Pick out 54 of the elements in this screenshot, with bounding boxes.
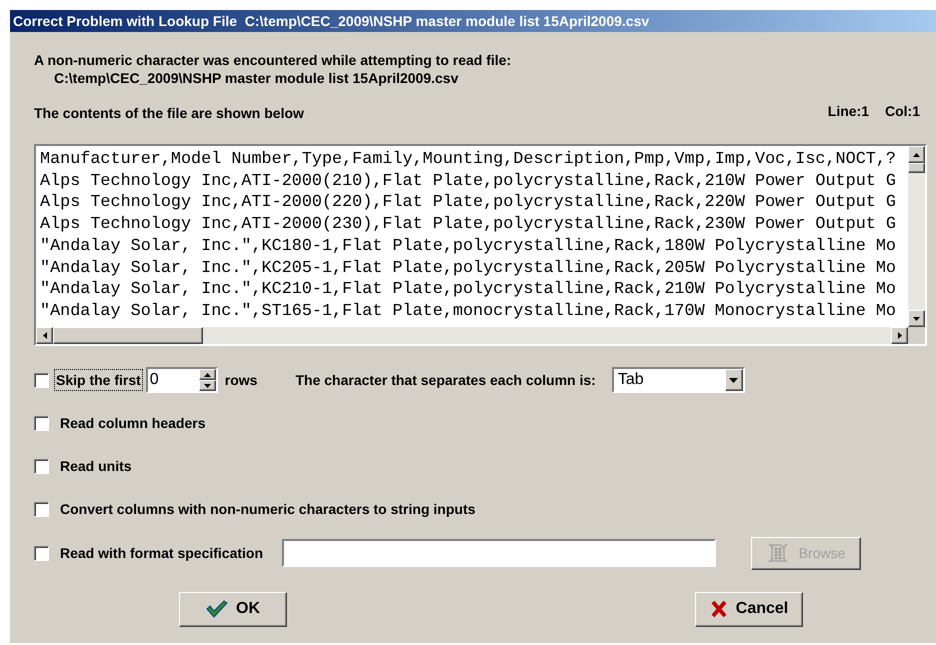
file-line: "Andalay Solar, Inc.",ST165-1,Flat Plate,monocrystalline,Rack,170W Monocrystalline Mo <box>40 300 897 323</box>
checkbox[interactable] <box>34 502 49 516</box>
rows-label: rows <box>224 370 258 390</box>
format-label[interactable]: Read with format specification <box>60 542 264 564</box>
right-arrow-icon <box>898 332 902 339</box>
cancel-button[interactable]: Cancel <box>695 592 803 626</box>
down-arrow-icon <box>913 316 920 320</box>
file-line: "Andalay Solar, Inc.",KC210-1,Flat Plate,polycrystalline,Rack,210W Polycrystalline Mo <box>40 279 897 301</box>
separator-label: The character that separates each column is: <box>295 370 596 390</box>
checkmark-icon <box>206 600 228 618</box>
scroll-up-button[interactable] <box>908 146 925 163</box>
down-arrow-icon <box>204 384 211 388</box>
scroll-thumb[interactable] <box>53 327 203 344</box>
caret-icon <box>729 378 738 382</box>
grid-icon <box>766 542 789 564</box>
up-arrow-icon <box>204 372 211 376</box>
file-line: "Andalay Solar, Inc.",KC205-1,Flat Plate,polycrystalline,Rack,205W Polycrystalline Mo <box>40 258 897 280</box>
scroll-right-button[interactable] <box>891 327 908 344</box>
checkbox[interactable] <box>34 458 49 474</box>
checkbox[interactable] <box>34 546 49 560</box>
file-contents-box[interactable] <box>34 144 927 346</box>
spin-down-button[interactable] <box>198 380 216 391</box>
file-line: "Andalay Solar, Inc.",KC180-1,Flat Plate,polycrystalline,Rack,180W Polycrystalline Mo <box>40 236 897 258</box>
row-count-spinner[interactable]: 0 <box>146 367 218 393</box>
ok-button[interactable]: OK <box>179 592 287 626</box>
checkbox[interactable] <box>34 372 49 388</box>
separator-dropdown[interactable]: Tab <box>612 367 745 393</box>
window-title: Correct Problem with Lookup File C:\temp\CEC_2009\NSHP master module list 15April2009.csv <box>10 10 936 32</box>
scrollbar-corner <box>908 327 925 344</box>
file-line: Alps Technology Inc,ATI-2000(230),Flat Plate,polycrystalline,Rack,230W Power Output G <box>40 214 897 236</box>
option-label[interactable]: Read units <box>60 456 132 476</box>
file-line: Alps Technology Inc,ATI-2000(220),Flat Plate,polycrystalline,Rack,220W Power Output G <box>40 192 897 214</box>
up-arrow-icon <box>913 152 920 156</box>
scroll-left-button[interactable] <box>36 327 53 344</box>
vertical-scrollbar[interactable] <box>908 146 925 327</box>
scroll-thumb[interactable] <box>908 163 925 173</box>
close-icon <box>710 600 728 618</box>
file-line: Manufacturer,Model Number,Type,Family,Mounting,Description,Pmp,Vmp,Imp,Voc,Isc,NOCT,? <box>40 149 897 171</box>
checkbox[interactable] <box>34 416 49 430</box>
file-line: Alps Technology Inc,ATI-2000(210),Flat Plate,polycrystalline,Rack,210W Power Output G <box>40 170 897 192</box>
spin-up-button[interactable] <box>198 369 216 380</box>
contents-label: The contents of the file are shown below <box>34 104 304 122</box>
line-indicator: Line:1 <box>828 102 869 121</box>
left-arrow-icon <box>42 332 46 339</box>
horizontal-scrollbar[interactable] <box>36 327 908 344</box>
file-path: C:\temp\CEC_2009\NSHP master module list 15April2009.csv <box>54 69 460 87</box>
format-input[interactable] <box>282 539 716 567</box>
skip-label[interactable]: Skip the first <box>55 370 142 390</box>
message-text: A non-numeric character was encountered while attempting to read file: <box>34 51 512 69</box>
column-indicator: Col:1 <box>885 102 920 121</box>
scroll-down-button[interactable] <box>908 310 925 327</box>
dropdown-button[interactable] <box>724 369 743 391</box>
option-label[interactable]: Convert columns with non-numeric characters to string inputs <box>60 498 476 520</box>
option-label[interactable]: Read column headers <box>60 412 206 434</box>
